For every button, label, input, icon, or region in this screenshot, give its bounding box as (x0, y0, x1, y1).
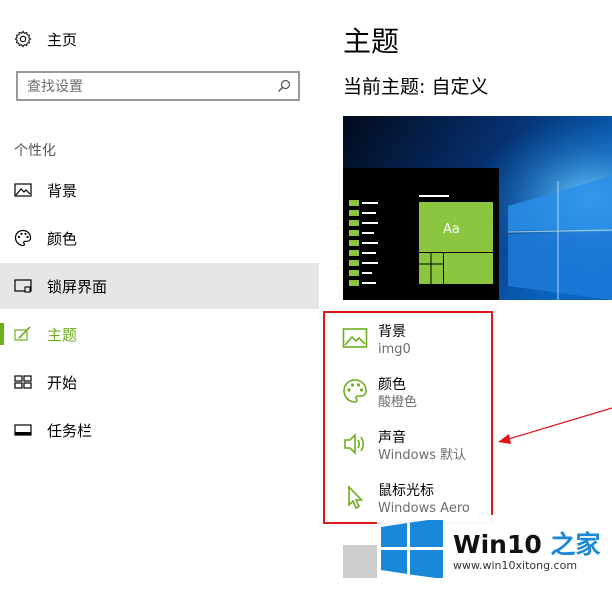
section-title-personalization: 个性化 (14, 143, 56, 159)
settings-sidebar: 主页 查找设置 个性化 背景 颜色 锁屏界面 主题 开始 任务栏 (0, 0, 319, 591)
speaker-icon (344, 433, 365, 455)
picture-icon (14, 183, 32, 197)
option-value: Windows 默认 (378, 448, 467, 463)
taskbar-icon (14, 424, 32, 436)
search-input[interactable]: 查找设置 (16, 71, 300, 101)
gear-icon (14, 30, 32, 48)
windows-logo-icon (381, 520, 443, 578)
start-grid-icon (14, 375, 32, 389)
tile-label: Aa (443, 222, 460, 237)
theme-option-colors[interactable]: 颜色 酸橙色 (342, 376, 417, 412)
sidebar-item-label: 锁屏界面 (47, 277, 108, 296)
sidebar-item-label: 颜色 (47, 229, 78, 248)
current-theme-label: 当前主题: 自定义 (343, 76, 489, 98)
option-title: 鼠标光标 (378, 483, 434, 499)
sidebar-item-start[interactable]: 开始 (0, 359, 319, 405)
search-icon[interactable] (277, 79, 291, 93)
picture-icon (342, 328, 368, 348)
theme-options-highlight: 背景 img0 颜色 酸橙色 声音 Windows 默认 鼠标光标 Window… (323, 311, 493, 524)
option-value: 酸橙色 (378, 395, 418, 410)
sidebar-item-taskbar[interactable]: 任务栏 (0, 407, 319, 453)
cursor-icon (348, 485, 364, 510)
option-title: 背景 (378, 324, 406, 340)
sidebar-item-label: 主题 (47, 325, 78, 344)
sidebar-item-label: 开始 (47, 373, 78, 392)
option-title: 颜色 (378, 377, 406, 393)
option-title: 声音 (378, 430, 406, 446)
sidebar-item-background[interactable]: 背景 (0, 167, 319, 213)
theme-option-background[interactable]: 背景 img0 (342, 323, 411, 359)
home-link[interactable]: 主页 (14, 28, 77, 50)
theme-preview: Aa (343, 116, 612, 300)
main-content: 主题 当前主题: 自定义 Aa 背景 img0 颜色 酸橙色 声音 Window… (319, 0, 612, 591)
watermark-title: Win10 之家 (453, 530, 601, 559)
lock-screen-icon (14, 279, 32, 293)
watermark-url: www.win10xitong.com (453, 559, 578, 572)
theme-option-cursor[interactable]: 鼠标光标 Windows Aero (342, 482, 470, 518)
sidebar-item-themes[interactable]: 主题 (0, 311, 319, 357)
watermark: Win10 之家 www.win10xitong.com (377, 515, 612, 581)
sidebar-item-label: 任务栏 (47, 421, 93, 440)
sidebar-item-lock-screen[interactable]: 锁屏界面 (0, 263, 319, 309)
page-title: 主题 (343, 25, 400, 58)
theme-settings-button[interactable] (343, 545, 377, 578)
palette-icon (343, 379, 367, 403)
search-placeholder: 查找设置 (27, 79, 83, 95)
home-label: 主页 (47, 30, 78, 49)
theme-brush-icon (14, 326, 31, 341)
palette-icon (14, 229, 32, 247)
theme-option-sounds[interactable]: 声音 Windows 默认 (342, 429, 466, 465)
option-value: img0 (378, 342, 411, 357)
sidebar-item-colors[interactable]: 颜色 (0, 215, 319, 261)
sidebar-item-label: 背景 (47, 181, 78, 200)
